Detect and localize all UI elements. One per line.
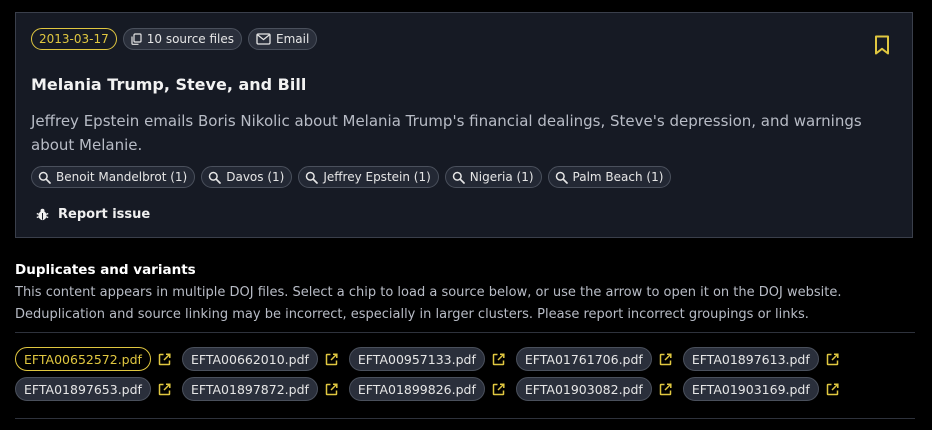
duplicates-description: This content appears in multiple DOJ fil… [15, 285, 842, 322]
source-file-item: EFTA01903082.pdf [515, 377, 672, 401]
tag-row: Benoit Mandelbrot (1) Davos (1) Jeffrey Ep… [31, 166, 672, 188]
source-file-item: EFTA00662010.pdf [181, 347, 338, 371]
source-file-chip[interactable]: EFTA01761706.pdf [515, 347, 652, 371]
source-file-chip[interactable]: EFTA00662010.pdf [181, 347, 318, 371]
page: 2013-03-17 10 source files Email Melania… [0, 0, 932, 430]
source-file-chip[interactable]: EFTA01897613.pdf [682, 347, 819, 371]
bookmark-icon[interactable] [874, 35, 890, 55]
external-link-icon[interactable] [492, 382, 505, 396]
search-icon [208, 171, 222, 184]
entity-tag[interactable]: Davos (1) [201, 166, 293, 188]
meta-row: 2013-03-17 10 source files Email [31, 28, 318, 50]
source-file-chip[interactable]: EFTA01897872.pdf [181, 377, 318, 401]
source-file-item: EFTA01899826.pdf [348, 377, 505, 401]
search-icon [306, 171, 319, 184]
source-file-chip[interactable]: EFTA00957133.pdf [348, 347, 485, 371]
external-link-icon[interactable] [325, 352, 338, 366]
bug-icon [36, 208, 49, 221]
duplicates-heading: Duplicates and variants [15, 262, 196, 278]
source-file-item: EFTA01897613.pdf [682, 347, 839, 371]
entity-tag-label: Palm Beach (1) [572, 170, 664, 184]
search-icon [38, 171, 51, 184]
entity-tag[interactable]: Jeffrey Epstein (1) [298, 166, 439, 188]
divider [15, 418, 915, 419]
external-link-icon[interactable] [492, 352, 505, 366]
source-file-item: EFTA01897653.pdf [15, 377, 171, 401]
type-badge: Email [248, 28, 318, 50]
entity-tag-label: Jeffrey Epstein (1) [323, 170, 431, 184]
entity-tag-label: Benoit Mandelbrot (1) [56, 170, 188, 184]
source-files-label: 10 source files [146, 32, 235, 46]
source-file-row: EFTA00652572.pdf EFTA00662010.pdf EFTA0095… [15, 347, 920, 371]
source-file-item: EFTA00652572.pdf [15, 347, 171, 371]
source-file-item: EFTA01903169.pdf [682, 377, 839, 401]
report-issue-label: Report issue [58, 207, 151, 222]
entity-tag[interactable]: Palm Beach (1) [547, 166, 672, 188]
external-link-icon[interactable] [826, 382, 839, 396]
copy-icon [131, 33, 142, 45]
document-summary: Jeffrey Epstein emails Boris Nikolic abo… [31, 112, 862, 154]
date-badge: 2013-03-17 [31, 28, 117, 50]
search-icon [452, 171, 465, 184]
external-link-icon[interactable] [826, 352, 839, 366]
source-file-item: EFTA01897872.pdf [181, 377, 338, 401]
source-files-badge[interactable]: 10 source files [122, 28, 243, 50]
type-label: Email [276, 32, 310, 46]
source-file-row: EFTA01897653.pdf EFTA01897872.pdf EFTA0189… [15, 377, 920, 401]
source-file-chip[interactable]: EFTA01899826.pdf [348, 377, 485, 401]
entity-tag[interactable]: Benoit Mandelbrot (1) [31, 166, 196, 188]
source-file-chip[interactable]: EFTA01903082.pdf [515, 377, 652, 401]
external-link-icon[interactable] [325, 382, 338, 396]
external-link-icon[interactable] [659, 382, 672, 396]
divider [15, 332, 915, 333]
document-card: 2013-03-17 10 source files Email Melania… [15, 12, 913, 238]
external-link-icon[interactable] [158, 382, 171, 396]
mail-icon [256, 33, 271, 45]
search-icon [555, 171, 568, 184]
report-issue-button[interactable]: Report issue [36, 207, 150, 222]
entity-tag[interactable]: Nigeria (1) [444, 166, 542, 188]
entity-tag-label: Nigeria (1) [469, 170, 534, 184]
source-file-item: EFTA01761706.pdf [515, 347, 672, 371]
external-link-icon[interactable] [158, 352, 171, 366]
entity-tag-label: Davos (1) [226, 170, 285, 184]
external-link-icon[interactable] [659, 352, 672, 366]
source-file-chip[interactable]: EFTA01897653.pdf [15, 377, 151, 401]
source-file-list: EFTA00652572.pdf EFTA00662010.pdf EFTA0095… [15, 347, 920, 407]
source-file-item: EFTA00957133.pdf [348, 347, 505, 371]
source-file-chip[interactable]: EFTA01903169.pdf [682, 377, 819, 401]
document-title: Melania Trump, Steve, and Bill [31, 75, 307, 94]
source-file-chip[interactable]: EFTA00652572.pdf [15, 347, 151, 371]
